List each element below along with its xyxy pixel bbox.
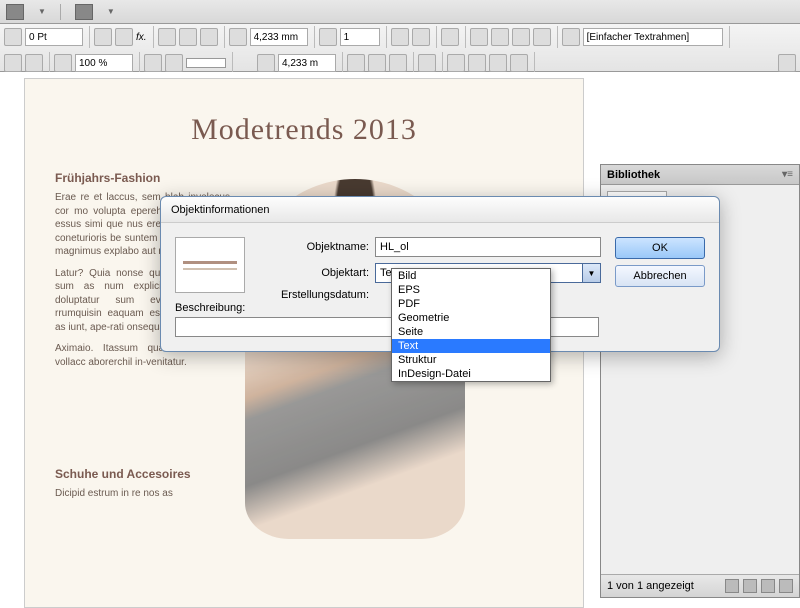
fx-icon[interactable]: fx. [136, 32, 147, 43]
zoom-input[interactable] [75, 54, 133, 72]
cancel-button[interactable]: Abbrechen [615, 265, 705, 287]
dropdown-option[interactable]: Struktur [392, 353, 550, 367]
ok-button[interactable]: OK [615, 237, 705, 259]
search-icon[interactable] [743, 579, 757, 593]
distribute-icon[interactable] [512, 28, 530, 46]
dropdown-option[interactable]: Bild [392, 269, 550, 283]
distribute-icon[interactable] [468, 54, 486, 72]
distribute-icon[interactable] [533, 28, 551, 46]
dropdown-option[interactable]: InDesign-Datei [392, 367, 550, 381]
columns-icon[interactable] [319, 28, 337, 46]
doc-setup-icon[interactable] [6, 4, 24, 20]
align-right-icon[interactable] [200, 28, 218, 46]
panel-footer: 1 von 1 angezeigt [601, 575, 799, 597]
panel-menu-icon[interactable] [778, 54, 796, 72]
tool-icon[interactable] [94, 28, 112, 46]
menubar: ▼ ▼ [0, 0, 800, 24]
frame-type-select[interactable] [583, 28, 723, 46]
align-center-icon[interactable] [179, 28, 197, 46]
dialog-titlebar[interactable]: Objektinformationen [161, 197, 719, 223]
wrap-icon[interactable] [441, 28, 459, 46]
view-mode-icon[interactable] [75, 4, 93, 20]
tool-icon[interactable] [347, 54, 365, 72]
frame-icon[interactable] [562, 28, 580, 46]
distribute-icon[interactable] [510, 54, 528, 72]
tool-icon[interactable] [368, 54, 386, 72]
distribute-icon[interactable] [491, 28, 509, 46]
label-erstellungsdatum: Erstellungsdatum: [259, 289, 369, 301]
align-left-icon[interactable] [158, 28, 176, 46]
tool-icon[interactable] [25, 54, 43, 72]
stroke-weight-input[interactable] [25, 28, 83, 46]
column-count-input[interactable] [340, 28, 380, 46]
object-preview [175, 237, 245, 293]
objektart-dropdown-list: BildEPSPDFGeometrieSeiteTextStrukturInDe… [391, 268, 551, 382]
label-objektart: Objektart: [259, 267, 369, 279]
info-icon[interactable] [725, 579, 739, 593]
distribute-icon[interactable] [447, 54, 465, 72]
tool-icon[interactable] [115, 28, 133, 46]
tool-icon[interactable] [165, 54, 183, 72]
control-toolbar: fx. [0, 24, 800, 72]
line-style-icon[interactable] [186, 58, 226, 68]
tool-icon[interactable] [54, 54, 72, 72]
chevron-down-icon[interactable]: ▼ [582, 264, 600, 282]
menu-dropdown-icon[interactable]: ▼ [107, 7, 115, 16]
dropdown-option[interactable]: Geometrie [392, 311, 550, 325]
tool-icon[interactable] [412, 28, 430, 46]
dropdown-option[interactable]: PDF [392, 297, 550, 311]
label-objektname: Objektname: [259, 241, 369, 253]
dropdown-option[interactable]: EPS [392, 283, 550, 297]
stroke-swatch-icon[interactable] [4, 54, 22, 72]
distribute-icon[interactable] [470, 28, 488, 46]
width-input[interactable] [250, 28, 308, 46]
menu-dropdown-icon[interactable]: ▼ [38, 7, 46, 16]
tool-icon[interactable] [391, 28, 409, 46]
dimension-icon[interactable] [257, 54, 275, 72]
objektname-input[interactable] [375, 237, 601, 257]
page-title: Modetrends 2013 [55, 113, 553, 147]
body-paragraph: Dicipid estrum in re nos as [55, 487, 230, 501]
dropdown-option[interactable]: Seite [392, 325, 550, 339]
tool-icon[interactable] [144, 54, 162, 72]
height-input[interactable] [278, 54, 336, 72]
section-heading: Frühjahrs-Fashion [55, 171, 553, 185]
panel-menu-icon[interactable]: ▾≡ [782, 169, 793, 180]
tool-icon[interactable] [418, 54, 436, 72]
new-item-icon[interactable] [761, 579, 775, 593]
panel-tab-bar: Bibliothek ▾≡ [601, 165, 799, 185]
distribute-icon[interactable] [489, 54, 507, 72]
panel-tab-bibliothek[interactable]: Bibliothek [607, 169, 660, 181]
fill-swatch-icon[interactable] [4, 28, 22, 46]
tool-icon[interactable] [389, 54, 407, 72]
library-status-text: 1 von 1 angezeigt [607, 580, 694, 592]
dropdown-option[interactable]: Text [392, 339, 550, 353]
dimension-icon[interactable] [229, 28, 247, 46]
trash-icon[interactable] [779, 579, 793, 593]
